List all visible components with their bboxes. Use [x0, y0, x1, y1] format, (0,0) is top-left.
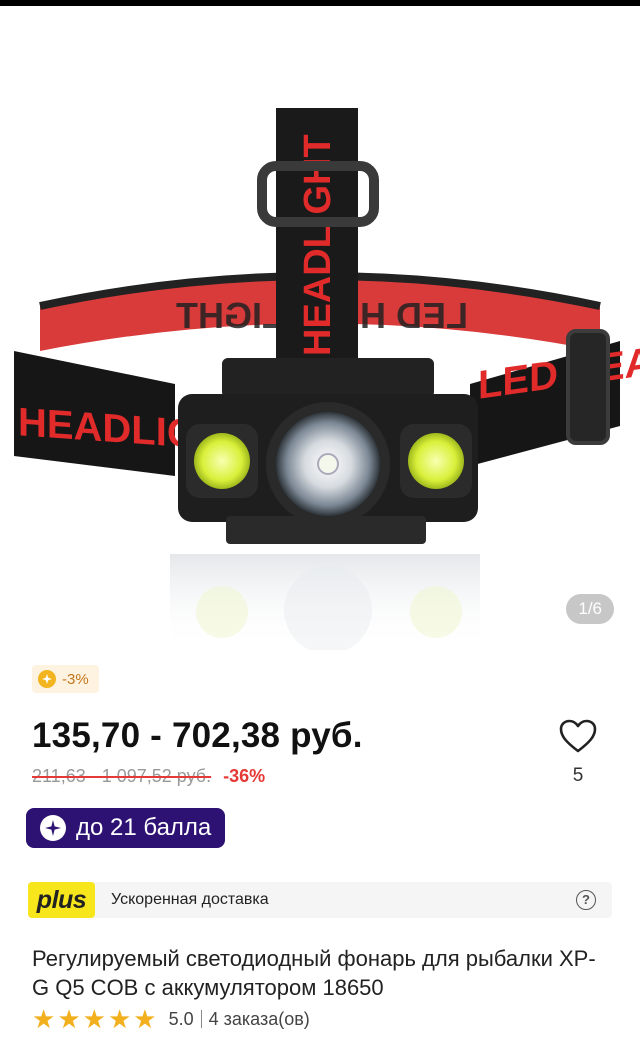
star-icon: ★	[32, 1004, 56, 1034]
star-rating: ★ ★ ★ ★ ★	[32, 1006, 157, 1032]
points-label: до 21 балла	[76, 814, 212, 841]
old-price-row: 211,63 - 1 097,52 руб. -36%	[32, 766, 265, 787]
current-price: 135,70 - 702,38 руб.	[32, 716, 363, 755]
favorite-button[interactable]: 5	[556, 718, 600, 787]
rating-score: 5.0	[168, 1008, 194, 1029]
star-icon: ★	[82, 1004, 106, 1034]
plus-logo: plus	[28, 882, 95, 918]
star-icon: ★	[107, 1004, 132, 1034]
favorite-count: 5	[572, 765, 584, 786]
fast-delivery-banner[interactable]: plus Ускоренная доставка ?	[28, 882, 612, 918]
product-title: Регулируемый светодиодный фонарь для рыб…	[32, 946, 596, 1000]
orders-count: 4 заказа(ов)	[208, 1008, 310, 1029]
star-icon: ★	[57, 1004, 81, 1034]
product-image-gallery[interactable]: LED HEADLIGHT HEADLIGHT HEADLIGHT LED HE…	[0, 6, 640, 650]
coin-icon	[38, 670, 56, 688]
help-icon[interactable]: ?	[576, 890, 596, 910]
old-price: 211,63 - 1 097,52 руб.	[32, 766, 212, 786]
promo-badge[interactable]: -3%	[32, 665, 99, 693]
points-badge[interactable]: до 21 балла	[26, 808, 226, 848]
star-icon: ★	[133, 1004, 157, 1034]
divider	[200, 1010, 202, 1028]
promo-label: -3%	[62, 670, 89, 688]
discount-badge: -36%	[223, 766, 266, 786]
headlamp-photo: LED HEADLIGHT HEADLIGHT HEADLIGHT LED HE…	[14, 108, 640, 650]
delivery-label: Ускоренная доставка	[111, 891, 269, 908]
rating-row[interactable]: ★ ★ ★ ★ ★ 5.0 4 заказа(ов)	[32, 1006, 310, 1032]
image-counter: 1/6	[566, 594, 614, 624]
heart-icon	[559, 719, 597, 753]
points-icon	[40, 815, 66, 841]
